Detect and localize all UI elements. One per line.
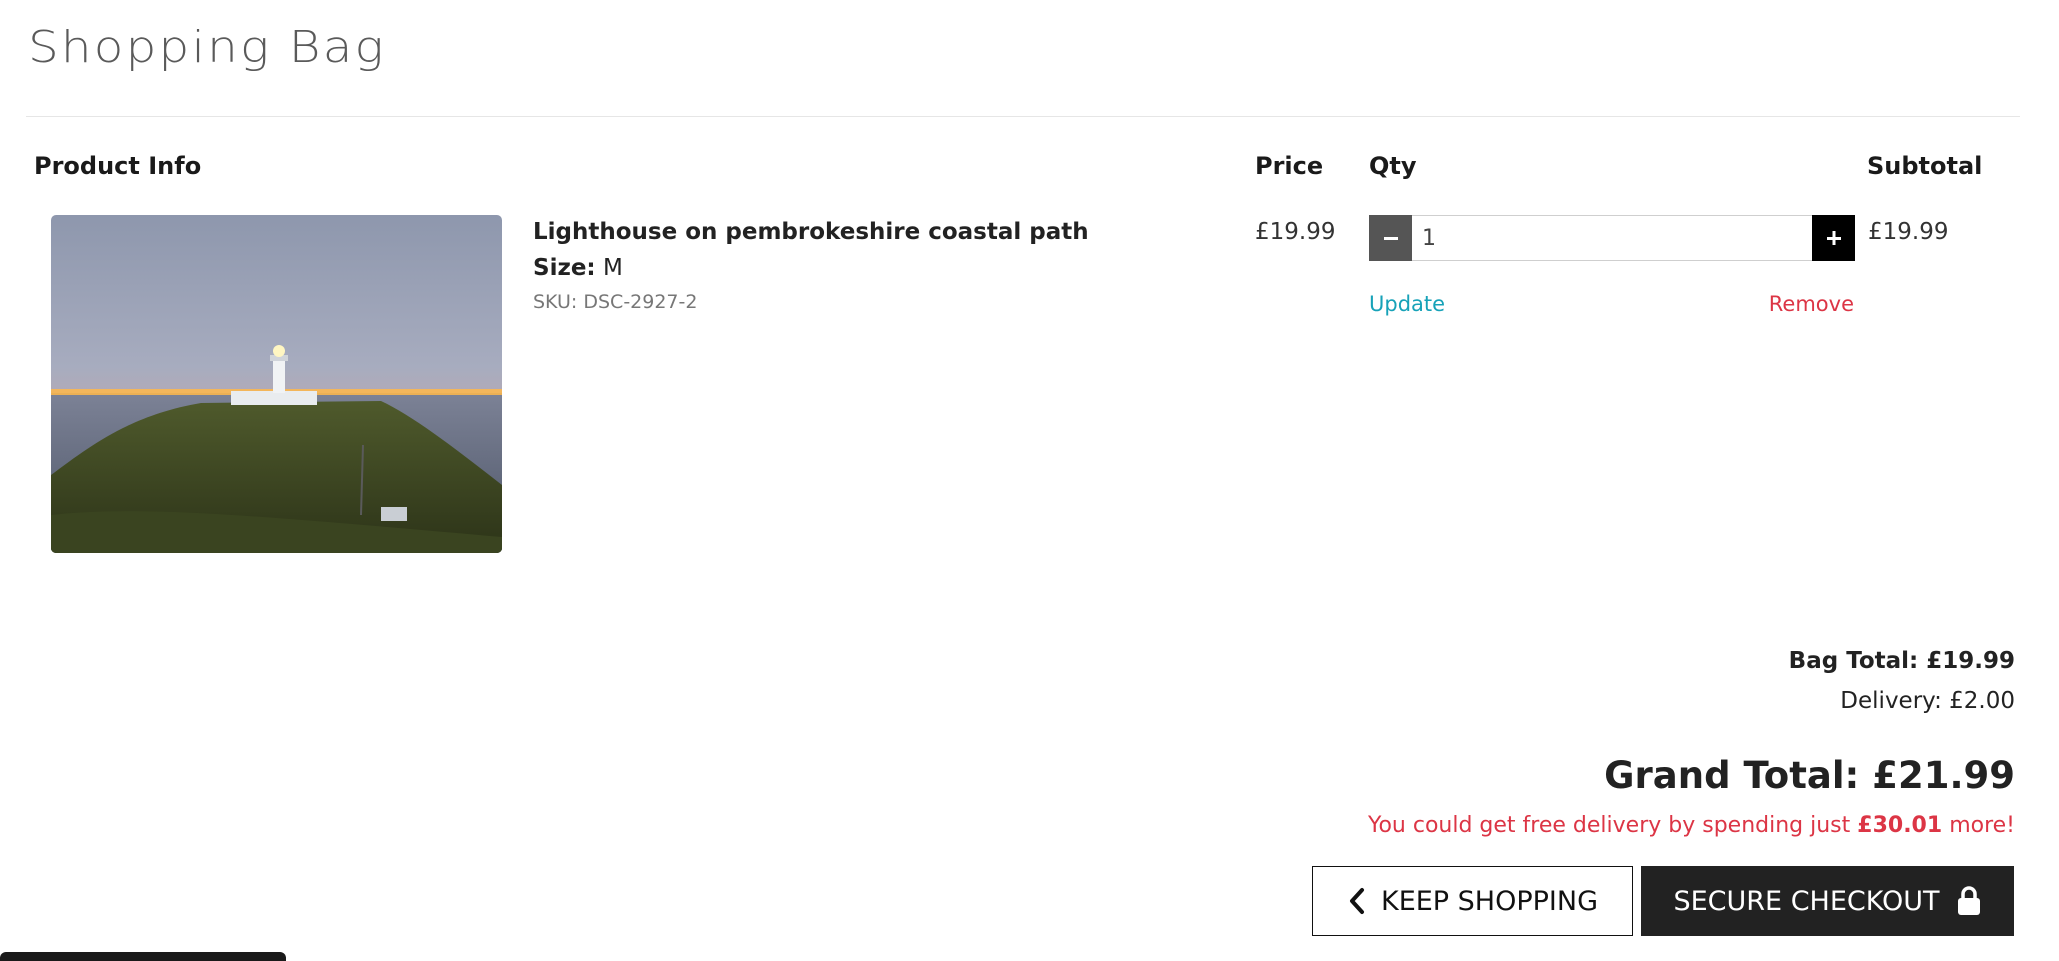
free-delivery-message: You could get free delivery by spending …: [1368, 813, 2015, 838]
remove-link[interactable]: Remove: [1769, 292, 1854, 316]
item-price: £19.99: [1255, 219, 1336, 245]
header-qty: Qty: [1369, 152, 1417, 180]
bag-total: Bag Total: £19.99: [1788, 648, 2015, 674]
header-subtotal: Subtotal: [1867, 152, 1983, 180]
product-sku: SKU: DSC-2927-2: [533, 291, 698, 313]
shopping-bag-page: Shopping Bag Product Info Price Qty Subt…: [0, 0, 2059, 961]
title-divider: [26, 116, 2020, 117]
minus-icon: [1383, 237, 1398, 240]
update-link[interactable]: Update: [1369, 292, 1445, 316]
header-product-info: Product Info: [34, 152, 202, 180]
product-size: Size: M: [533, 255, 623, 281]
product-image[interactable]: [51, 215, 502, 553]
keep-shopping-button[interactable]: KEEP SHOPPING: [1312, 866, 1633, 936]
chevron-left-icon: [1349, 888, 1364, 914]
qty-decrement-button[interactable]: [1369, 215, 1412, 261]
size-value: M: [602, 255, 623, 281]
floating-widget-tab[interactable]: [0, 952, 286, 961]
grand-total: Grand Total: £21.99: [1604, 754, 2015, 797]
header-price: Price: [1255, 152, 1324, 180]
size-label: Size:: [533, 255, 596, 281]
secure-checkout-button[interactable]: SECURE CHECKOUT: [1641, 866, 2014, 936]
qty-increment-button[interactable]: [1812, 215, 1855, 261]
quantity-input[interactable]: [1412, 215, 1812, 261]
item-subtotal: £19.99: [1868, 219, 1949, 245]
keep-shopping-label: KEEP SHOPPING: [1380, 885, 1599, 917]
free-delivery-suffix: more!: [1949, 813, 2015, 838]
delivery-cost: Delivery: £2.00: [1840, 688, 2015, 714]
plus-icon: [1826, 231, 1841, 245]
secure-checkout-label: SECURE CHECKOUT: [1673, 885, 1940, 917]
page-title: Shopping Bag: [28, 22, 386, 73]
product-name[interactable]: Lighthouse on pembrokeshire coastal path: [533, 219, 1089, 245]
lock-icon: [1957, 886, 1980, 915]
free-delivery-amount: £30.01: [1857, 813, 1943, 838]
quantity-stepper: [1369, 215, 1855, 261]
free-delivery-prefix: You could get free delivery by spending …: [1367, 813, 1851, 838]
